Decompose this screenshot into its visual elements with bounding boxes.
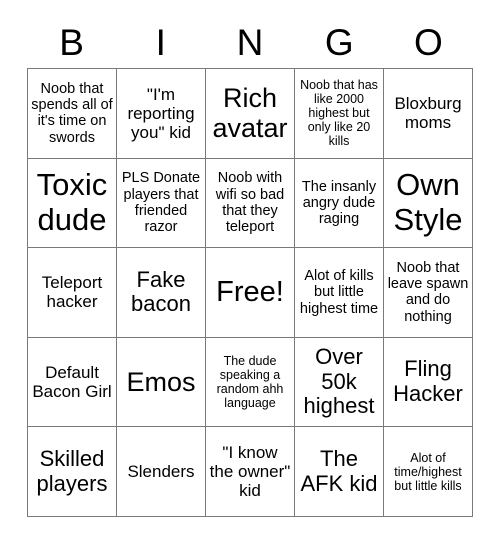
bingo-cell-r4c1[interactable]: Default Bacon Girl bbox=[28, 337, 117, 428]
bingo-cell-r5c3[interactable]: "I know the owner" kid bbox=[206, 427, 295, 517]
bingo-cell-r4c2[interactable]: Emos bbox=[117, 337, 206, 428]
bingo-cell-r4c4[interactable]: Over 50k highest bbox=[295, 337, 384, 428]
bingo-cell-label: Teleport hacker bbox=[41, 273, 103, 312]
bingo-cell-r3c1[interactable]: Teleport hacker bbox=[28, 248, 117, 338]
bingo-cell-r5c4[interactable]: The AFK kid bbox=[295, 427, 384, 517]
bingo-cell-label: Alot of time/highest but little kills bbox=[394, 450, 462, 493]
bingo-cell-label: PLS Donate players that friended razor bbox=[121, 170, 201, 236]
bingo-cell-label: Noob that spends all of it's time on swo… bbox=[31, 80, 113, 146]
bingo-cell-r3c2[interactable]: Fake bacon bbox=[117, 248, 206, 338]
header-letter-g: G bbox=[324, 21, 354, 63]
bingo-cell-r2c3[interactable]: Noob with wifi so bad that they teleport bbox=[206, 158, 295, 249]
bingo-cell-label: Noob that has like 2000 highest but only… bbox=[300, 78, 378, 149]
bingo-cell-label: Noob with wifi so bad that they teleport bbox=[215, 170, 285, 236]
bingo-cell-r5c5[interactable]: Alot of time/highest but little kills bbox=[384, 427, 473, 517]
bingo-cell-r1c2[interactable]: "I'm reporting you" kid bbox=[117, 69, 206, 159]
bingo-cell-label: Default Bacon Girl bbox=[32, 363, 112, 402]
bingo-cell-label: Fake bacon bbox=[131, 266, 191, 317]
bingo-cell-r1c3[interactable]: Rich avatar bbox=[206, 69, 295, 159]
bingo-cell-label: Rich avatar bbox=[212, 83, 288, 144]
bingo-cell-label: Skilled players bbox=[36, 446, 108, 496]
bingo-cell-label: Alot of kills but little highest time bbox=[299, 268, 379, 317]
bingo-cell-r5c2[interactable]: Slenders bbox=[117, 427, 206, 517]
bingo-cell-r3c4[interactable]: Alot of kills but little highest time bbox=[295, 248, 384, 338]
header-letter-i: I bbox=[155, 21, 166, 63]
bingo-cell-label: Over 50k highest bbox=[303, 344, 375, 419]
bingo-cell-r2c2[interactable]: PLS Donate players that friended razor bbox=[117, 158, 206, 249]
bingo-cell-label: The insanly angry dude raging bbox=[301, 178, 377, 227]
bingo-cell-label: "I'm reporting you" kid bbox=[127, 84, 195, 142]
bingo-cell-r1c4[interactable]: Noob that has like 2000 highest but only… bbox=[295, 69, 384, 159]
bingo-cell-label: Fling Hacker bbox=[393, 356, 463, 407]
bingo-card: B I N G O Noob that spends all of it's t… bbox=[0, 0, 500, 544]
bingo-cell-r2c4[interactable]: The insanly angry dude raging bbox=[295, 158, 384, 249]
bingo-cell-label: Own Style bbox=[393, 167, 463, 237]
header-letter-o: O bbox=[414, 21, 443, 63]
bingo-cell-r1c1[interactable]: Noob that spends all of it's time on swo… bbox=[28, 69, 117, 159]
bingo-cell-label: Slenders bbox=[127, 462, 195, 482]
header-letter-b: B bbox=[59, 21, 84, 63]
bingo-cell-r2c5[interactable]: Own Style bbox=[384, 158, 473, 249]
bingo-cell-r3c5[interactable]: Noob that leave spawn and do nothing bbox=[384, 248, 473, 338]
bingo-cell-r4c5[interactable]: Fling Hacker bbox=[384, 337, 473, 428]
bingo-cell-label: Free! bbox=[216, 276, 284, 309]
bingo-cell-label: Emos bbox=[126, 366, 196, 397]
bingo-cell-r5c1[interactable]: Skilled players bbox=[28, 427, 117, 517]
bingo-cell-label: Bloxburg moms bbox=[394, 94, 462, 133]
bingo-cell-label: Toxic dude bbox=[36, 167, 108, 237]
bingo-header-letters: B I N G O bbox=[27, 18, 473, 66]
bingo-cell-free-space[interactable]: Free! bbox=[206, 248, 295, 338]
bingo-cell-label: The dude speaking a random ahh language bbox=[216, 354, 284, 411]
header-letter-n: N bbox=[236, 21, 264, 63]
bingo-cell-r4c3[interactable]: The dude speaking a random ahh language bbox=[206, 337, 295, 428]
bingo-cell-label: "I know the owner" kid bbox=[209, 443, 291, 501]
bingo-grid: Noob that spends all of it's time on swo… bbox=[27, 68, 473, 517]
bingo-cell-r2c1[interactable]: Toxic dude bbox=[28, 158, 117, 249]
bingo-cell-label: Noob that leave spawn and do nothing bbox=[387, 260, 469, 325]
bingo-cell-label: The AFK kid bbox=[300, 446, 378, 496]
bingo-cell-r1c5[interactable]: Bloxburg moms bbox=[384, 69, 473, 159]
